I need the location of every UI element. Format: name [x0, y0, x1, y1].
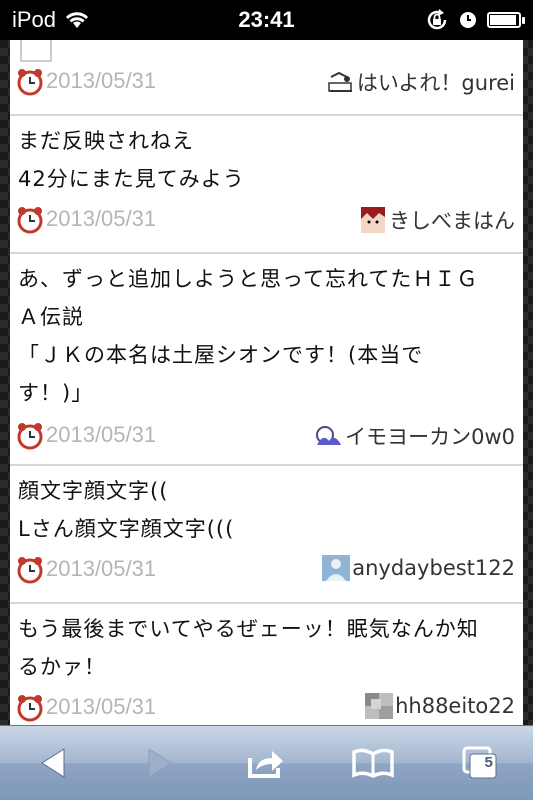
post-user[interactable]: はいよれ！gurei	[327, 67, 515, 97]
post-date: 2013/05/31	[46, 68, 157, 93]
alarm-clock-icon	[17, 423, 43, 450]
timeline[interactable]: 2013/05/31 はいよれ！gurei まだ反映されねえ 42分にまた見てみ…	[10, 40, 523, 725]
post-line: Lさん顔文字顔文字(((	[18, 517, 235, 541]
tabs-count: 5	[484, 754, 493, 771]
username[interactable]: anydaybest122	[352, 556, 515, 580]
post-line: 顔文字顔文字((	[18, 479, 169, 503]
post-body: 顔文字顔文字(( Lさん顔文字顔文字(((	[18, 472, 234, 548]
post-body: あ、ずっと追加しようと思って忘れてたＨＩＧ Ａ伝説 「ＪＫの本名は土屋シオンです…	[18, 260, 478, 412]
post-user[interactable]: anydaybest122	[322, 555, 515, 581]
back-arrow-icon	[41, 748, 65, 778]
post-user[interactable]: きしべまはん	[359, 205, 515, 235]
status-right	[425, 8, 525, 32]
post-date: 2013/05/31	[46, 422, 157, 447]
alarm-clock-icon	[17, 207, 43, 234]
carrier-label: iPod	[12, 7, 57, 32]
forward-arrow-icon	[148, 748, 172, 778]
post-date: 2013/05/31	[46, 206, 157, 231]
share-icon	[248, 751, 284, 778]
status-bar: iPod 23:41	[0, 0, 533, 40]
battery-icon	[487, 12, 525, 28]
photo-avatar-icon	[365, 693, 394, 719]
alarm-clock-icon	[17, 557, 43, 584]
username[interactable]: きしべまはん	[389, 205, 515, 235]
post-user[interactable]: hh88eito22	[365, 693, 515, 719]
post-line: す！)」	[18, 381, 94, 405]
post-line: Ａ伝説	[18, 305, 84, 329]
red-hair-avatar-icon	[361, 207, 385, 233]
status-left: iPod	[12, 7, 90, 33]
username[interactable]: はいよれ！gurei	[357, 67, 515, 97]
username[interactable]: hh88eito22	[395, 694, 515, 718]
rotation-lock-icon	[427, 9, 447, 30]
post-line: もう最後までいてやるぜェーッ！眠気なんか知	[18, 617, 479, 641]
alarm-clock-icon	[17, 69, 43, 96]
book-icon	[352, 748, 394, 778]
post-line: あ、ずっと追加しようと思って忘れてたＨＩＧ	[18, 267, 479, 291]
wifi-icon	[65, 12, 89, 28]
alarm-clock-icon	[17, 695, 43, 722]
post-body: もう最後までいてやるぜェーッ！眠気なんか知 るかァ！	[18, 610, 479, 686]
post-line: 42分にまた見てみよう	[18, 167, 245, 191]
default-user-avatar-icon	[322, 555, 351, 581]
list-item[interactable]: もう最後までいてやるぜェーッ！眠気なんか知 るかァ！ 2013/05/31 hh…	[10, 604, 523, 725]
post-date: 2013/05/31	[46, 556, 157, 581]
forward-button[interactable]	[130, 733, 190, 793]
username[interactable]: イモヨーカン0w0	[345, 421, 515, 451]
post-line: るかァ！	[18, 655, 106, 679]
share-button[interactable]	[236, 733, 296, 793]
back-button[interactable]	[23, 733, 83, 793]
list-item[interactable]: 2013/05/31 はいよれ！gurei	[10, 40, 523, 116]
post-line: まだ反映されねえ	[18, 129, 194, 153]
post-line: 「ＪＫの本名は土屋シオンです！(本当で	[18, 343, 424, 367]
post-body: まだ反映されねえ 42分にまた見てみよう	[18, 122, 245, 198]
cartoon-avatar-icon	[328, 71, 352, 92]
alarm-icon	[460, 12, 476, 28]
bookmarks-button[interactable]	[343, 733, 403, 793]
list-item[interactable]: あ、ずっと追加しようと思って忘れてたＨＩＧ Ａ伝説 「ＪＫの本名は土屋シオンです…	[10, 254, 523, 466]
wave-avatar-icon	[316, 426, 342, 445]
browser-toolbar: 5	[0, 725, 533, 800]
tabs-button[interactable]: 5	[450, 733, 510, 793]
post-user[interactable]: イモヨーカン0w0	[315, 421, 515, 451]
post-date: 2013/05/31	[46, 694, 157, 719]
list-item[interactable]: まだ反映されねえ 42分にまた見てみよう 2013/05/31 きしべまはん	[10, 116, 523, 254]
list-item[interactable]: 顔文字顔文字(( Lさん顔文字顔文字((( 2013/05/31 anydayb…	[10, 466, 523, 604]
